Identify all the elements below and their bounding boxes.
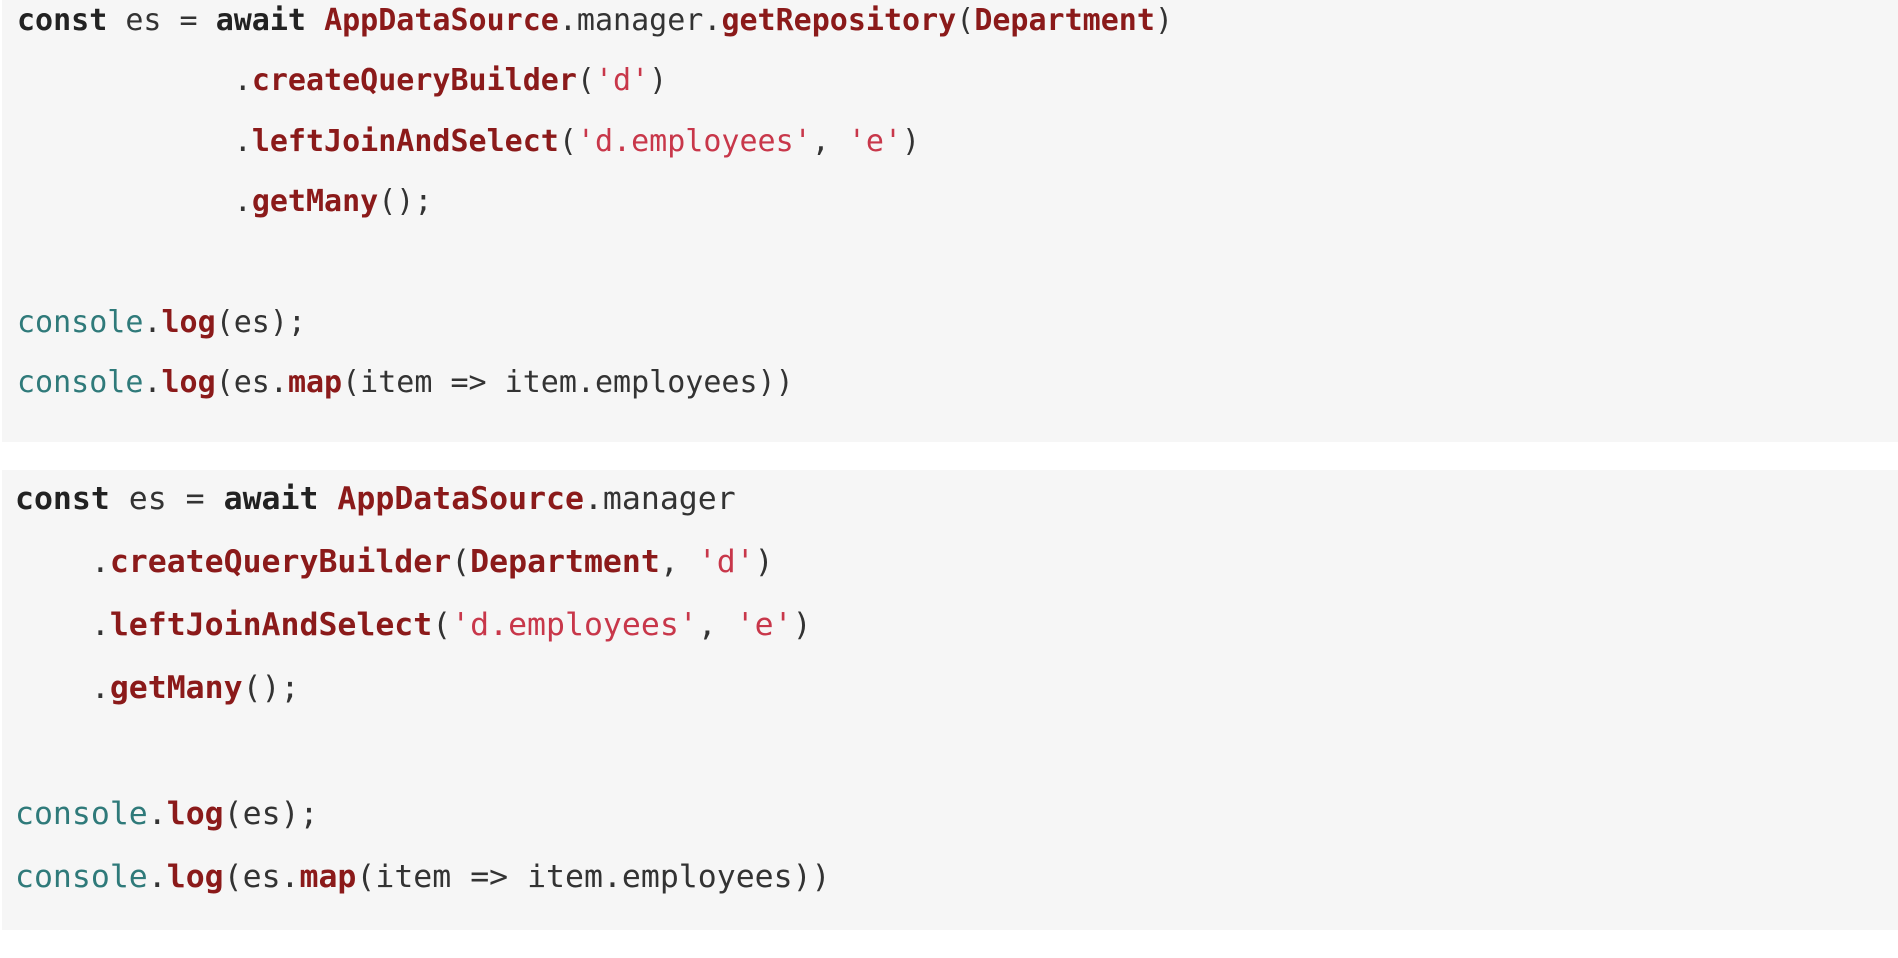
code-token: console bbox=[15, 859, 148, 895]
code-token: ( bbox=[558, 123, 577, 159]
code-token: const bbox=[17, 3, 108, 38]
code-token: await bbox=[215, 3, 306, 38]
code-token: createQueryBuilder bbox=[109, 544, 452, 580]
code-token: log bbox=[166, 796, 224, 832]
code-token: . bbox=[15, 544, 110, 580]
code-line: .createQueryBuilder('d') bbox=[17, 63, 668, 99]
code-token: ) bbox=[1154, 3, 1173, 38]
code-token: . bbox=[147, 859, 167, 895]
code-block-2: const es = await AppDataSource.manager .… bbox=[2, 470, 1898, 930]
code-token: .manager bbox=[583, 481, 736, 517]
code-line: console.log(es); bbox=[17, 304, 306, 340]
code-line: .leftJoinAndSelect('d.employees', 'e') bbox=[17, 123, 921, 159]
code-token: AppDataSource bbox=[324, 3, 559, 38]
code-token: const bbox=[15, 481, 110, 517]
code-token: . bbox=[143, 364, 162, 400]
code-token: 'd.employees' bbox=[451, 607, 698, 643]
code-token: (es); bbox=[215, 304, 306, 340]
code-token: (es. bbox=[223, 859, 300, 895]
code-token: .manager. bbox=[558, 3, 722, 38]
code-token: Department bbox=[974, 3, 1155, 38]
code-block-1: const es = await AppDataSource.manager.g… bbox=[2, 0, 1898, 442]
code-token: (item => item.employees)) bbox=[356, 859, 831, 895]
code-line: .createQueryBuilder(Department, 'd') bbox=[15, 544, 774, 580]
code-token: console bbox=[17, 304, 144, 340]
code-line: console.log(es.map(item => item.employee… bbox=[15, 859, 831, 895]
code-token: getMany bbox=[251, 183, 379, 219]
code-token: map bbox=[299, 859, 357, 895]
code-token: . bbox=[15, 607, 110, 643]
code-token: (item => item.employees)) bbox=[342, 364, 794, 400]
code-token: , bbox=[659, 544, 698, 580]
code-token: (es); bbox=[223, 796, 319, 832]
code-token: ( bbox=[432, 607, 452, 643]
code-token: getRepository bbox=[721, 3, 957, 38]
code-token: console bbox=[15, 796, 148, 832]
code-token: AppDataSource bbox=[337, 481, 584, 517]
code-token: 'e' bbox=[847, 123, 903, 159]
code-line: console.log(es.map(item => item.employee… bbox=[17, 364, 794, 400]
code-token: leftJoinAndSelect bbox=[109, 607, 433, 643]
code-line: console.log(es); bbox=[15, 796, 319, 832]
code-line: .getMany(); bbox=[15, 670, 300, 706]
code-token: . bbox=[143, 304, 162, 340]
code-token: 'd' bbox=[594, 63, 650, 99]
code-token: es = bbox=[109, 481, 224, 517]
code-line: const es = await AppDataSource.manager bbox=[15, 481, 736, 517]
code-token: ) bbox=[902, 123, 921, 159]
code-token: leftJoinAndSelect bbox=[251, 123, 559, 159]
code-token: . bbox=[17, 123, 252, 159]
code-token: . bbox=[17, 183, 252, 219]
code-token: (); bbox=[378, 183, 433, 219]
code-token: ( bbox=[956, 3, 975, 38]
code-token: 'e' bbox=[735, 607, 793, 643]
code-line: const es = await AppDataSource.manager.g… bbox=[17, 6, 1173, 36]
code-token: , bbox=[697, 607, 736, 643]
code-line: .getMany(); bbox=[17, 183, 433, 219]
code-token: createQueryBuilder bbox=[251, 63, 577, 99]
code-token: Department bbox=[470, 544, 660, 580]
code-token: ) bbox=[649, 63, 668, 99]
code-token: console bbox=[17, 364, 144, 400]
code-token: 'd' bbox=[697, 544, 755, 580]
code-token: ( bbox=[451, 544, 471, 580]
code-token: log bbox=[166, 859, 224, 895]
code-token: . bbox=[17, 63, 252, 99]
code-line: .leftJoinAndSelect('d.employees', 'e') bbox=[15, 607, 812, 643]
code-token: . bbox=[147, 796, 167, 832]
code-token: 'd.employees' bbox=[576, 123, 812, 159]
code-token: log bbox=[161, 364, 216, 400]
code-token: getMany bbox=[109, 670, 243, 706]
code-token: ) bbox=[792, 607, 812, 643]
code-token: await bbox=[223, 481, 319, 517]
code-token: es = bbox=[107, 3, 216, 38]
code-token: (); bbox=[242, 670, 300, 706]
code-token: log bbox=[161, 304, 216, 340]
code-token: . bbox=[15, 670, 110, 706]
code-token: , bbox=[811, 123, 848, 159]
code-token: (es. bbox=[215, 364, 288, 400]
code-token: ) bbox=[754, 544, 774, 580]
code-token: ( bbox=[576, 63, 595, 99]
code-token: map bbox=[287, 364, 343, 400]
